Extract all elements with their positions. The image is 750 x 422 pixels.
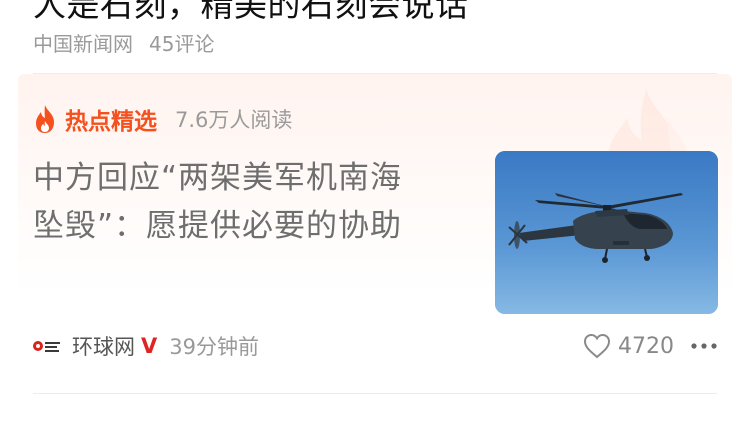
news-footer: 环球网 V 39分钟前 4720 bbox=[32, 328, 718, 364]
flame-icon bbox=[36, 105, 54, 133]
news-feed: 人是石刻，精美的石刻会说话 中国新闻网 45评论 热点精选 7.6万人阅读 中方回… bbox=[0, 0, 750, 422]
hot-pick-card[interactable]: 热点精选 7.6万人阅读 中方回应“两架美军机南海 坠毁”：愿提供必要的协助 环… bbox=[18, 74, 732, 390]
previous-article-source[interactable]: 中国新闻网 bbox=[33, 32, 133, 56]
read-count: 7.6万人阅读 bbox=[175, 108, 293, 132]
news-thumbnail[interactable] bbox=[495, 151, 718, 314]
verified-badge: V bbox=[141, 334, 158, 358]
previous-article-comments[interactable]: 45评论 bbox=[149, 32, 214, 56]
previous-article-meta: 中国新闻网 45评论 bbox=[33, 28, 214, 57]
heart-icon bbox=[583, 333, 611, 359]
news-headline-line-2[interactable]: 坠毁”：愿提供必要的协助 bbox=[33, 202, 463, 250]
news-headline[interactable]: 中方回应“两架美军机南海 坠毁”：愿提供必要的协助 bbox=[33, 154, 463, 250]
like-count: 4720 bbox=[618, 333, 674, 359]
more-options-icon[interactable] bbox=[690, 341, 718, 351]
news-headline-line-1[interactable]: 中方回应“两架美军机南海 bbox=[33, 154, 463, 202]
source-name[interactable]: 环球网 bbox=[72, 331, 135, 361]
previous-article-title[interactable]: 人是石刻，精美的石刻会说话 bbox=[33, 0, 469, 26]
helicopter-image bbox=[495, 151, 718, 314]
hot-pick-label: 热点精选 bbox=[65, 109, 157, 135]
hot-pick-header: 热点精选 7.6万人阅读 bbox=[32, 102, 292, 136]
publish-time: 39分钟前 bbox=[169, 335, 259, 359]
source-logo[interactable] bbox=[32, 337, 62, 355]
like-button[interactable]: 4720 bbox=[582, 332, 674, 360]
divider-bottom bbox=[33, 393, 717, 394]
